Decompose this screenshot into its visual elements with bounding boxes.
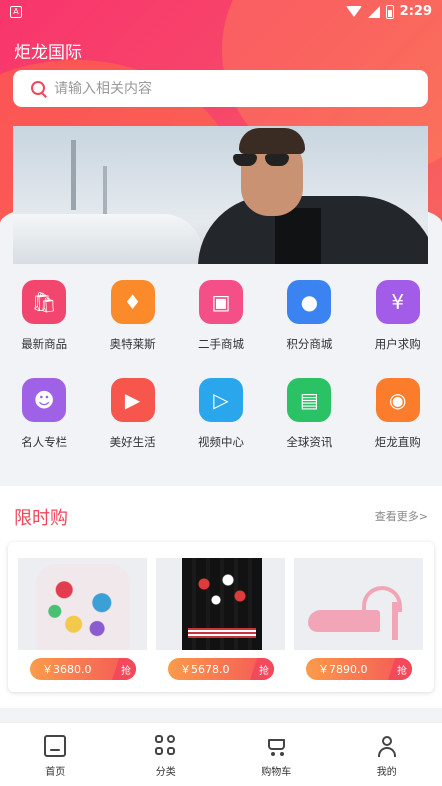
product-image[interactable] <box>156 558 285 650</box>
product-item[interactable]: ￥5678.0 抢 <box>156 558 285 680</box>
search-input[interactable] <box>54 80 394 97</box>
user-icon <box>376 735 398 757</box>
video-icon: ▷ <box>198 378 243 422</box>
price-button[interactable]: ￥3680.0 抢 <box>30 658 136 680</box>
category-video-center[interactable]: ▷ 视频中心 <box>177 378 265 450</box>
category-label: 积分商城 <box>286 337 333 351</box>
search-bar[interactable] <box>13 70 428 107</box>
price-label: ￥3680.0 <box>42 663 92 676</box>
category-label: 最新商品 <box>21 337 68 351</box>
category-celebrity-column[interactable]: ☻ 名人专栏 <box>0 378 88 450</box>
category-row: 🛍 最新商品 ♦ 奥特莱斯 ▣ 二手商城 ● 积分商城 ¥ 用户求购 <box>0 280 442 352</box>
second-hand-icon: ▣ <box>198 280 243 324</box>
play-flag-icon: ▶ <box>110 378 155 422</box>
category-row: ☻ 名人专栏 ▶ 美好生活 ▷ 视频中心 ▤ 全球资讯 ◉ 炬龙直购 <box>0 378 442 450</box>
shopping-bag-icon: 🛍 <box>22 280 67 324</box>
battery-icon <box>385 4 394 19</box>
category-points-mall[interactable]: ● 积分商城 <box>265 280 353 352</box>
camera-icon: ◉ <box>375 378 420 422</box>
cart-icon <box>265 735 287 757</box>
grab-label: 抢 <box>388 658 412 680</box>
category-label: 二手商城 <box>197 337 244 351</box>
tab-profile[interactable]: 我的 <box>332 723 442 786</box>
tab-category[interactable]: 分类 <box>111 723 222 786</box>
wifi-icon <box>345 6 362 17</box>
price-label: ￥5678.0 <box>180 663 230 676</box>
product-image[interactable] <box>18 558 147 650</box>
category-label: 用户求购 <box>374 337 421 351</box>
status-bar: A 2:29 <box>0 0 442 24</box>
tab-home[interactable]: 首页 <box>0 723 111 786</box>
category-outlets[interactable]: ♦ 奥特莱斯 <box>88 280 176 352</box>
tab-label: 我的 <box>376 767 397 778</box>
category-label: 炬龙直购 <box>374 435 421 449</box>
category-label: 全球资讯 <box>286 435 333 449</box>
product-image[interactable] <box>294 558 423 650</box>
see-more-link[interactable]: 查看更多> <box>375 508 428 524</box>
category-label: 奥特莱斯 <box>109 337 156 351</box>
signal-icon <box>367 5 380 18</box>
grid-icon <box>154 735 177 757</box>
bottom-tab-bar: 首页 分类 购物车 我的 <box>0 722 442 786</box>
grab-label: 抢 <box>112 658 136 680</box>
promo-banner[interactable] <box>13 126 428 264</box>
category-direct-purchase[interactable]: ◉ 炬龙直购 <box>354 378 442 450</box>
app-title: 炬龙国际 <box>14 43 82 63</box>
price-label: ￥7890.0 <box>318 663 368 676</box>
flash-sale-section: 限时购 查看更多> ￥3680.0 抢 ￥5678.0 抢 ￥7890.0 抢 <box>0 486 442 708</box>
coins-icon: ● <box>287 280 332 324</box>
tab-label: 首页 <box>45 767 66 778</box>
tab-cart[interactable]: 购物车 <box>221 723 332 786</box>
status-time: 2:29 <box>399 4 432 19</box>
tag-icon: ♦ <box>110 280 155 324</box>
category-good-life[interactable]: ▶ 美好生活 <box>88 378 176 450</box>
store-icon <box>44 735 67 757</box>
hand-coin-icon: ¥ <box>375 280 420 324</box>
category-label: 美好生活 <box>109 435 156 449</box>
notification-icon: A <box>10 6 22 18</box>
tab-label: 购物车 <box>261 767 292 778</box>
price-button[interactable]: ￥5678.0 抢 <box>168 658 274 680</box>
flash-sale-title: 限时购 <box>14 508 68 529</box>
product-item[interactable]: ￥3680.0 抢 <box>18 558 147 680</box>
category-user-requests[interactable]: ¥ 用户求购 <box>354 280 442 352</box>
monitor-icon: ▤ <box>287 378 332 422</box>
product-item[interactable]: ￥7890.0 抢 <box>294 558 423 680</box>
category-global-news[interactable]: ▤ 全球资讯 <box>265 378 353 450</box>
search-icon <box>31 80 47 97</box>
price-button[interactable]: ￥7890.0 抢 <box>306 658 412 680</box>
category-label: 名人专栏 <box>21 435 68 449</box>
grab-label: 抢 <box>250 658 274 680</box>
person-icon: ☻ <box>22 378 67 422</box>
category-label: 视频中心 <box>197 435 244 449</box>
tab-label: 分类 <box>155 767 176 778</box>
flash-sale-card: ￥3680.0 抢 ￥5678.0 抢 ￥7890.0 抢 <box>8 542 434 692</box>
category-second-hand[interactable]: ▣ 二手商城 <box>177 280 265 352</box>
category-latest-products[interactable]: 🛍 最新商品 <box>0 280 88 352</box>
